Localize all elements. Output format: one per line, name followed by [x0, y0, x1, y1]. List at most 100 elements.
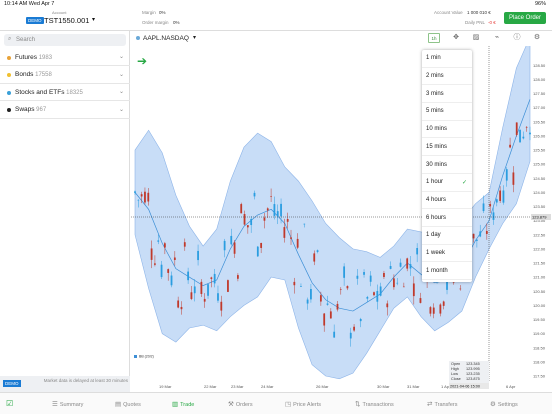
place-order-button[interactable]: Place Order — [504, 12, 546, 24]
category-count: 18325 — [64, 89, 83, 96]
chevron-down-icon[interactable]: ⌄ — [119, 71, 124, 78]
candle-body — [276, 211, 279, 217]
x-tick-label: 22 Mar — [204, 384, 217, 389]
trade-arrow-icon[interactable]: ➔ — [137, 54, 147, 68]
chart-type-icon[interactable]: ▨ — [471, 33, 481, 43]
candle-body — [246, 225, 249, 228]
candle-body — [432, 307, 435, 314]
tab-label: Summary — [59, 402, 84, 408]
candle-body — [243, 214, 246, 225]
candle-body — [313, 253, 316, 262]
tab-summary[interactable]: ☰ Summary — [52, 400, 83, 408]
timeframe-option[interactable]: 30 mins — [422, 156, 472, 174]
y-tick-label: 119.00 — [533, 331, 546, 336]
chevron-down-icon[interactable]: ▾ — [193, 34, 196, 41]
candle-body — [154, 263, 156, 265]
order-margin-label: Order margin — [142, 20, 169, 25]
timeframe-option[interactable]: 10 mins — [422, 121, 472, 139]
candle-body — [406, 258, 409, 269]
candle-body — [446, 281, 448, 290]
gear-icon[interactable]: ⚙ — [532, 33, 542, 43]
chevron-down-icon[interactable]: ⌄ — [119, 106, 124, 113]
category-bonds[interactable]: Bonds 17558 ⌄ — [0, 67, 130, 84]
legend-label: BB (20/2) — [139, 355, 154, 359]
candle-body — [442, 301, 445, 306]
timeframe-option-label: 1 week — [426, 250, 446, 257]
candle-body — [336, 303, 339, 310]
category-dot — [7, 90, 11, 95]
indicators-icon[interactable]: ⌁ — [492, 33, 502, 43]
x-tick-label: 23 Mar — [231, 384, 244, 389]
chevron-down-icon[interactable]: ⌄ — [119, 88, 124, 95]
candle-body — [266, 208, 269, 211]
timeframe-option-label: 4 hours — [426, 196, 447, 203]
candle-body — [270, 196, 272, 197]
timeframe-option[interactable]: 2 mins — [422, 68, 472, 86]
candle-body — [260, 242, 263, 248]
symbol-selector[interactable]: AAPL.NASDAQ — [143, 35, 189, 42]
instrument-sidebar: ⌕ Search Futures 1983 ⌄ Bonds 17558 ⌄ Stocks… — [0, 31, 130, 392]
candle-body — [167, 269, 170, 273]
category-stocks-and-etfs[interactable]: Stocks and ETFs 18325 ⌄ — [0, 84, 130, 101]
candle-body — [515, 122, 518, 135]
timeframe-option[interactable]: 6 hours — [422, 209, 472, 227]
timeframe-option[interactable]: 5 mins — [422, 103, 472, 121]
transfers-icon: ⇄ — [427, 401, 433, 408]
timeframe-option[interactable]: 1 month — [422, 262, 472, 281]
category-label: Stocks and ETFs 18325 — [15, 88, 83, 96]
category-label: Futures 1983 — [15, 53, 53, 61]
chevron-down-icon[interactable]: ▾ — [92, 16, 95, 23]
tab-transactions[interactable]: ⇅ Transactions — [355, 400, 394, 408]
ohlc-low-label: Low — [451, 372, 458, 376]
price-chart[interactable]: 128.50 128.00 127.50 127.00 126.50 126.00 125.… — [131, 36, 552, 392]
tab-trade[interactable]: ▥ Trade — [172, 400, 194, 408]
candle-body — [399, 262, 402, 267]
tab-settings[interactable]: ⚙ Settings — [490, 400, 518, 408]
tab-quotes[interactable]: ▤ Quotes — [115, 400, 141, 408]
candle-body — [316, 250, 319, 252]
candle-body — [349, 332, 352, 339]
candle-body — [386, 303, 389, 308]
candle-body — [326, 303, 329, 305]
price-alerts-icon: ◳ — [285, 401, 292, 408]
y-tick-label: 127.50 — [533, 91, 546, 96]
candle-body — [134, 191, 136, 193]
symbol-dot — [136, 36, 140, 40]
category-futures[interactable]: Futures 1983 ⌄ — [0, 49, 130, 66]
candle-body — [356, 275, 359, 279]
ohlc-high-label: High — [451, 367, 459, 371]
candle-body — [157, 240, 160, 242]
candle-body — [393, 278, 395, 288]
timeframe-option[interactable]: 3 mins — [422, 85, 472, 104]
candle-body — [220, 301, 223, 311]
timeframe-option[interactable]: 4 hours — [422, 192, 472, 210]
account-selector[interactable]: TST1550.001 — [44, 16, 89, 25]
candle-body — [379, 286, 382, 296]
info-icon[interactable]: ⓘ — [512, 33, 522, 43]
y-tick-label: 124.50 — [533, 176, 546, 181]
timeframe-option[interactable]: 1 hour ✓ — [422, 174, 472, 192]
chart-canvas[interactable]: 128.50 128.00 127.50 127.00 126.50 126.00 125.… — [131, 36, 552, 392]
candle-body — [183, 242, 186, 247]
candle-body — [283, 227, 286, 238]
candle-body — [502, 190, 505, 203]
timeframe-option[interactable]: 1 min — [422, 50, 472, 68]
timeframe-option[interactable]: 1 day — [422, 227, 472, 245]
search-input[interactable]: ⌕ Search — [4, 34, 126, 46]
category-swaps[interactable]: Swaps 967 ⌄ — [0, 102, 130, 119]
chevron-down-icon[interactable]: ⌄ — [119, 53, 124, 60]
timeframe-button[interactable]: 1h — [428, 33, 440, 43]
crosshair-icon[interactable]: ✥ — [451, 33, 461, 43]
checklist-icon[interactable]: ☑ — [6, 399, 13, 408]
daily-pnl-value: -0 € — [488, 20, 496, 25]
tab-price-alerts[interactable]: ◳ Price Alerts — [285, 400, 321, 408]
tab-orders[interactable]: ⚒ Orders — [228, 400, 253, 408]
candle-body — [286, 219, 289, 222]
tab-transfers[interactable]: ⇄ Transfers — [427, 400, 457, 408]
tab-label: Trade — [180, 402, 195, 408]
timeframe-option[interactable]: 15 mins — [422, 139, 472, 157]
candle-body — [509, 144, 511, 148]
timeframe-option-label: 1 month — [426, 267, 448, 274]
y-tick-label: 127.00 — [533, 105, 546, 110]
timeframe-option[interactable]: 1 week — [422, 245, 472, 263]
